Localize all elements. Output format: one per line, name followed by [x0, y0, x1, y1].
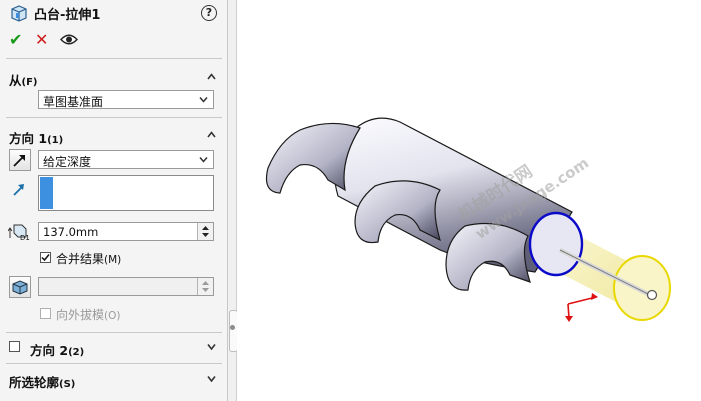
section-direction1-header[interactable]: 方向 1(1): [0, 122, 228, 148]
triad-y-arrow: [567, 303, 570, 319]
section-direction2-header[interactable]: 方向 2(2): [0, 334, 228, 360]
section-direction1-hotkey: (1): [47, 135, 64, 146]
draft-toggle-button[interactable]: [9, 276, 31, 298]
feature-title: 凸台-拉伸1: [34, 8, 101, 23]
draft-icon: [12, 280, 28, 295]
checkmark-icon: [41, 254, 50, 262]
draft-outward-hotkey: (O): [104, 310, 121, 322]
start-condition-select[interactable]: 草图基准面: [38, 90, 214, 109]
panel-splitter[interactable]: [228, 0, 238, 401]
list-selection-indicator: [40, 177, 53, 209]
selected-profile-circle[interactable]: [528, 211, 584, 277]
draft-outward-checkbox[interactable]: [40, 308, 51, 319]
extrude-boss-icon: [11, 5, 27, 22]
merge-result-hotkey: (M): [104, 254, 122, 266]
merge-result-text: 合并结果: [56, 252, 105, 266]
splitter-dot: [230, 325, 235, 330]
draft-outward-text: 向外拔模: [56, 308, 105, 322]
reverse-direction-arrow-icon: [13, 155, 25, 167]
draft-angle-spinbox[interactable]: [38, 277, 214, 296]
chevron-down-icon: [199, 157, 208, 163]
chevron-down-icon[interactable]: [207, 342, 216, 351]
ok-button[interactable]: ✔: [9, 30, 22, 49]
depth-spinbox[interactable]: 137.0mm: [38, 222, 214, 241]
section-direction1-title: 方向 1: [9, 131, 48, 146]
start-condition-value: 草图基准面: [43, 95, 104, 109]
section-selected-contours-title: 所选轮廓: [9, 375, 60, 390]
spin-arrows[interactable]: [197, 278, 213, 295]
section-from-hotkey: (F): [21, 77, 38, 88]
help-icon[interactable]: ?: [201, 5, 217, 21]
end-condition-select[interactable]: 给定深度: [38, 150, 214, 169]
divider: [6, 363, 222, 364]
chevron-up-icon[interactable]: [207, 130, 216, 139]
merge-result-checkbox[interactable]: [40, 252, 51, 263]
merge-result-label: 合并结果(M): [56, 250, 121, 267]
direction-reference-list[interactable]: [38, 175, 214, 211]
property-manager-panel: 凸台-拉伸1 ? ✔ ✕ 从(F) 草图基准面 方向 1(1) 给定深度 D1 …: [0, 0, 228, 401]
cancel-button[interactable]: ✕: [35, 30, 48, 49]
section-direction2-title: 方向 2: [30, 343, 69, 358]
svg-text:D1: D1: [20, 234, 30, 242]
section-from-title: 从: [9, 73, 22, 88]
extrude-preview-end-face: [613, 255, 671, 321]
spin-up-down-icon: [202, 226, 209, 237]
spin-arrows[interactable]: [197, 223, 213, 240]
reverse-direction-button[interactable]: [9, 149, 31, 171]
depth-value: 137.0mm: [43, 225, 99, 239]
section-direction2-hotkey: (2): [68, 347, 85, 358]
direction-vector-icon: [13, 184, 24, 196]
preview-eye-icon[interactable]: [60, 33, 78, 46]
section-selected-contours-hotkey: (S): [59, 379, 76, 390]
section-from-header[interactable]: 从(F): [0, 64, 228, 90]
divider: [6, 58, 222, 59]
chevron-down-icon: [199, 97, 208, 103]
graphics-viewport[interactable]: 机械时代网 www.jxage.com: [237, 0, 701, 401]
draft-outward-label: 向外拔模(O): [56, 306, 120, 323]
section-selected-contours-header[interactable]: 所选轮廓(S): [0, 366, 228, 392]
direction2-checkbox[interactable]: [9, 341, 20, 352]
depth-dimension-icon: D1: [8, 224, 30, 242]
drag-handle-icon[interactable]: [646, 289, 658, 301]
divider: [6, 117, 222, 118]
end-condition-value: 给定深度: [43, 155, 92, 169]
chevron-down-icon[interactable]: [207, 374, 216, 383]
spin-up-down-icon: [202, 281, 209, 292]
divider: [6, 332, 222, 333]
feature-header: 凸台-拉伸1 ?: [0, 0, 228, 26]
chevron-up-icon[interactable]: [207, 72, 216, 81]
